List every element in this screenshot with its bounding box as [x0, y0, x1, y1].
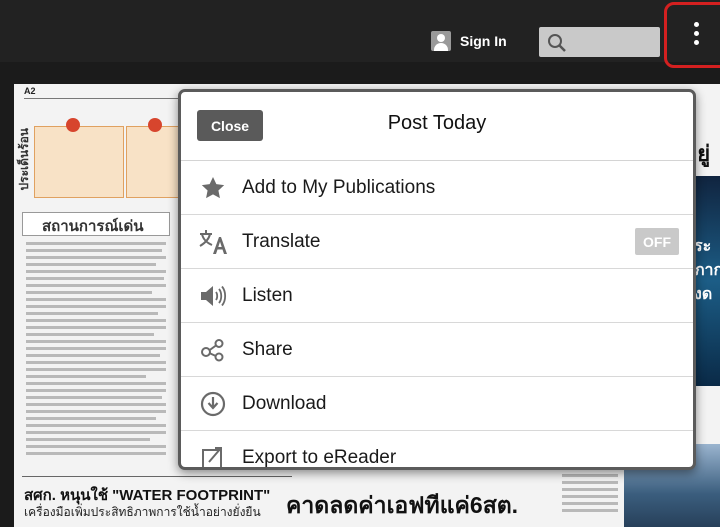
- menu-title: Post Today: [387, 112, 487, 134]
- blue-fragment: งด: [694, 286, 713, 303]
- blue-fragment: ระ: [694, 238, 712, 255]
- blue-fragment: ภาก: [694, 262, 720, 279]
- user-icon: [431, 31, 451, 51]
- subline-left: เครื่องมือเพิ่มประสิทธิภาพการใช้น้ำอย่าง…: [24, 505, 261, 519]
- menu-item-export-to-ereader[interactable]: Export to eReader: [181, 431, 693, 468]
- page-marker: A2: [24, 86, 36, 96]
- share-icon: [197, 334, 229, 366]
- box-heading: สถานการณ์เด่น: [42, 218, 144, 235]
- number-badge: [66, 118, 80, 132]
- rule-line: [24, 98, 184, 99]
- translate-icon: [197, 226, 229, 258]
- menu-item-label: Add to My Publications: [242, 176, 436, 198]
- menu-item-label: Listen: [242, 284, 293, 306]
- menu-item-share[interactable]: Share: [181, 323, 693, 377]
- publication-menu: Close Post Today Add to My Publications …: [178, 89, 696, 470]
- menu-item-add-to-publications[interactable]: Add to My Publications: [181, 161, 693, 215]
- export-icon: [197, 442, 229, 467]
- search-icon: [548, 34, 566, 52]
- translate-toggle[interactable]: OFF: [635, 228, 679, 255]
- rule-line: [22, 476, 292, 477]
- menu-item-translate[interactable]: Translate OFF: [181, 215, 693, 269]
- star-icon: [197, 172, 229, 204]
- menu-item-listen[interactable]: Listen: [181, 269, 693, 323]
- sign-in-label: Sign In: [460, 33, 507, 49]
- menu-item-label: Translate: [242, 230, 321, 252]
- side-label: ประเด็นร้อน: [17, 128, 31, 191]
- speaker-icon: [197, 280, 229, 312]
- search-input[interactable]: [539, 27, 660, 57]
- kebab-dot-icon: [694, 40, 699, 45]
- menu-item-label: Download: [242, 392, 327, 414]
- more-options-button[interactable]: [664, 2, 720, 68]
- kebab-dot-icon: [694, 22, 699, 27]
- menu-item-label: Export to eReader: [242, 446, 397, 468]
- number-badge: [148, 118, 162, 132]
- headline-right: คาดลดค่าเอฟทีแค่6สต.: [286, 492, 519, 518]
- kebab-dot-icon: [694, 31, 699, 36]
- menu-item-download[interactable]: Download: [181, 377, 693, 431]
- info-box: [34, 126, 124, 198]
- menu-header: Close Post Today: [181, 92, 693, 161]
- top-toolbar: Sign In: [0, 0, 720, 68]
- download-icon: [197, 388, 229, 420]
- menu-item-label: Share: [242, 338, 293, 360]
- sign-in-button[interactable]: Sign In: [431, 29, 507, 53]
